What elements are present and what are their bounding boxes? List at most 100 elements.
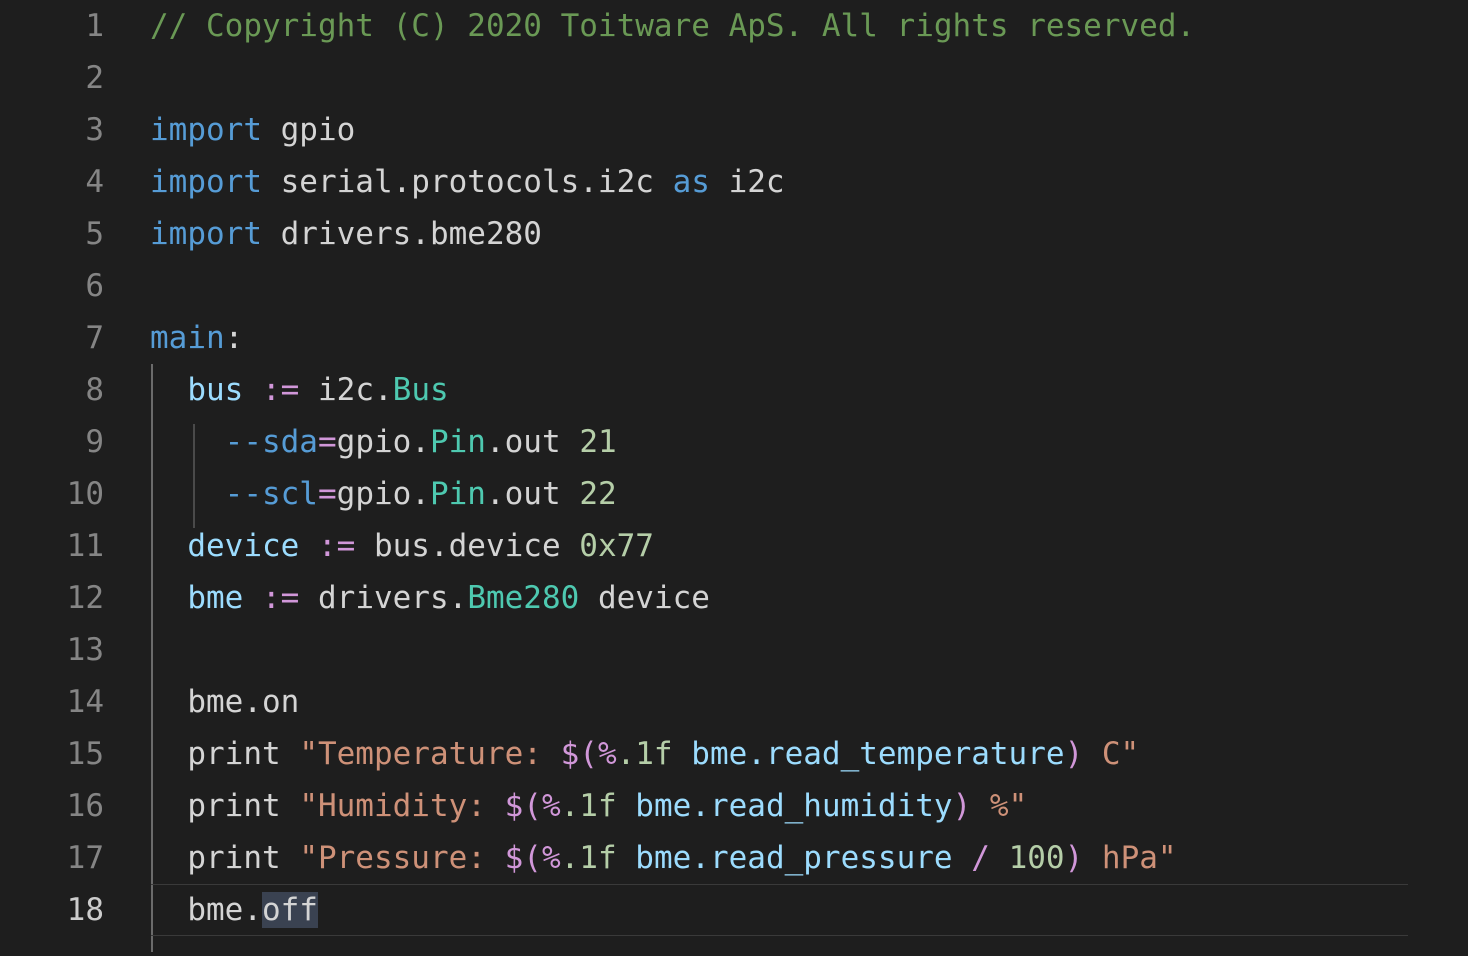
line-number: 5 xyxy=(85,216,104,252)
token-operator: ) xyxy=(952,788,972,824)
token-plain: device xyxy=(579,580,710,616)
code-line[interactable]: 12 bme := drivers.Bme280 device xyxy=(0,572,1468,624)
code-line[interactable]: 17 print "Pressure: $(%.1f bme.read_pres… xyxy=(0,832,1468,884)
line-number: 16 xyxy=(66,788,104,824)
token-variable: bme.read_temperature xyxy=(691,736,1065,772)
token-type: Pin xyxy=(429,424,486,460)
token-variable: bme.read_humidity xyxy=(635,788,953,824)
token-keyword: import xyxy=(150,164,262,200)
token-plain: .out xyxy=(485,476,580,512)
code-line-text[interactable]: main: xyxy=(104,312,243,364)
token-operator: / xyxy=(971,840,990,876)
token-keyword: import xyxy=(150,112,262,148)
token-plain: : xyxy=(224,320,244,356)
line-number: 13 xyxy=(66,632,104,668)
token-number: 100 xyxy=(1008,840,1065,876)
code-line-text[interactable]: // Copyright (C) 2020 Toitware ApS. All … xyxy=(104,0,1195,52)
code-line[interactable]: 15 print "Temperature: $(%.1f bme.read_t… xyxy=(0,728,1468,780)
code-line-text[interactable]: --sda=gpio.Pin.out 21 xyxy=(104,416,617,468)
code-line-text[interactable]: --scl=gpio.Pin.out 22 xyxy=(104,468,617,520)
token-operator: ) xyxy=(1064,736,1084,772)
code-line[interactable]: 9 --sda=gpio.Pin.out 21 xyxy=(0,416,1468,468)
code-line-text[interactable]: bus := i2c.Bus xyxy=(104,364,449,416)
code-line[interactable]: 13 xyxy=(0,624,1468,676)
code-line[interactable]: 1 // Copyright (C) 2020 Toitware ApS. All… xyxy=(0,0,1468,52)
token-operator: $( xyxy=(504,840,542,876)
code-line[interactable]: 11 device := bus.device 0x77 xyxy=(0,520,1468,572)
token-operator: ) xyxy=(1064,840,1084,876)
token-variable: bme xyxy=(187,580,244,616)
token-number: 0x77 xyxy=(579,528,654,564)
token-plain: bus.device xyxy=(355,528,580,564)
token-operator: := xyxy=(262,372,300,408)
token-string: %" xyxy=(971,788,1028,824)
token-operator: $( xyxy=(504,788,542,824)
line-number: 7 xyxy=(85,320,104,356)
code-line-text[interactable]: import gpio xyxy=(104,104,355,156)
code-line-text[interactable]: import drivers.bme280 xyxy=(104,208,542,260)
code-line-text[interactable]: print "Pressure: $(%.1f bme.read_pressur… xyxy=(104,832,1177,884)
code-line-text[interactable]: print "Humidity: $(%.1f bme.read_humidit… xyxy=(104,780,1027,832)
code-line-text[interactable]: bme := drivers.Bme280 device xyxy=(104,572,710,624)
token-number: .1f xyxy=(560,788,617,824)
token-comment: // Copyright (C) 2020 Toitware ApS. All … xyxy=(150,8,1196,44)
token-string: hPa" xyxy=(1083,840,1177,876)
line-number: 10 xyxy=(66,476,104,512)
token-plain: print xyxy=(150,840,300,876)
token-plain: bme. xyxy=(150,892,262,928)
code-line[interactable]: 3 import gpio xyxy=(0,104,1468,156)
token-number: .1f xyxy=(616,736,673,772)
token-type: Bme280 xyxy=(467,580,580,616)
token-keyword: as xyxy=(672,164,710,200)
code-line-text[interactable]: device := bus.device 0x77 xyxy=(104,520,654,572)
line-number: 1 xyxy=(85,8,104,44)
token-type: Pin xyxy=(429,476,486,512)
line-number: 12 xyxy=(66,580,104,616)
code-lines-container[interactable]: 1 // Copyright (C) 2020 Toitware ApS. All… xyxy=(0,0,1468,936)
token-operator: = xyxy=(317,424,337,460)
code-line[interactable]: 8 bus := i2c.Bus xyxy=(0,364,1468,416)
code-line-text[interactable]: print "Temperature: $(%.1f bme.read_temp… xyxy=(104,728,1139,780)
token-keyword: main xyxy=(150,320,225,356)
token-keyword: --scl xyxy=(224,476,318,512)
code-line[interactable]: 14 bme.on xyxy=(0,676,1468,728)
code-line[interactable]: 6 xyxy=(0,260,1468,312)
code-line[interactable]: 10 --scl=gpio.Pin.out 22 xyxy=(0,468,1468,520)
line-number: 15 xyxy=(66,736,104,772)
token-variable: device xyxy=(187,528,300,564)
token-keyword: --sda xyxy=(224,424,318,460)
line-number: 18 xyxy=(66,892,104,928)
token-plain: drivers.bme280 xyxy=(261,216,542,252)
token-plain: gpio. xyxy=(336,476,430,512)
line-number: 2 xyxy=(85,60,104,96)
code-line-text[interactable]: import serial.protocols.i2c as i2c xyxy=(104,156,785,208)
token-plain: gpio. xyxy=(336,424,430,460)
token-plain: bme.on xyxy=(150,684,300,720)
code-line[interactable]: 7 main: xyxy=(0,312,1468,364)
token-plain: print xyxy=(150,788,300,824)
code-line[interactable]: 4 import serial.protocols.i2c as i2c xyxy=(0,156,1468,208)
token-type: Bus xyxy=(392,372,449,408)
code-line-text[interactable]: bme.on xyxy=(104,676,299,728)
code-editor[interactable]: 1 // Copyright (C) 2020 Toitware ApS. All… xyxy=(0,0,1468,956)
code-line[interactable]: 18 bme.off xyxy=(0,884,1468,936)
code-line[interactable]: 5 import drivers.bme280 xyxy=(0,208,1468,260)
line-number: 6 xyxy=(85,268,104,304)
code-line-text[interactable]: bme.off xyxy=(104,884,318,936)
code-line[interactable]: 2 xyxy=(0,52,1468,104)
token-string: "Pressure: xyxy=(299,840,505,876)
token-number: .1f xyxy=(560,840,617,876)
code-line[interactable]: 16 print "Humidity: $(%.1f bme.read_humi… xyxy=(0,780,1468,832)
token-operator: % xyxy=(541,788,561,824)
